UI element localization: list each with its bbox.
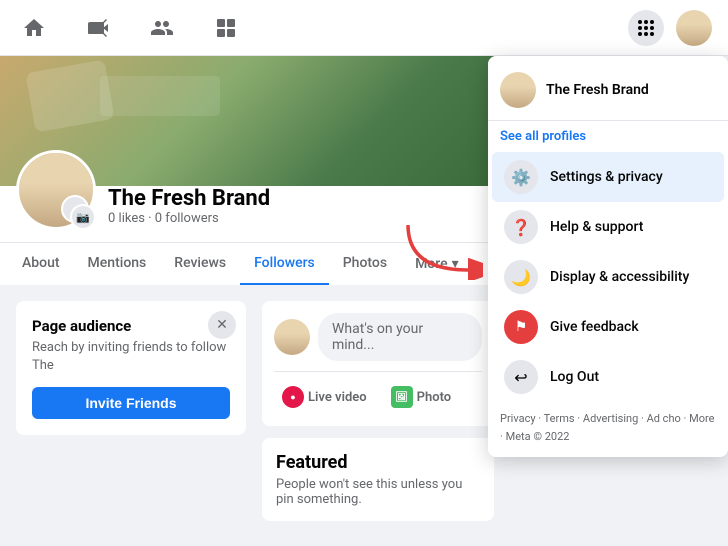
nav-left [16,10,244,46]
photo-icon: 🖼 [391,386,413,408]
pages-icon[interactable] [208,10,244,46]
composer-actions: ● Live video 🖼 Photo [274,371,482,414]
nav-right [628,10,712,46]
featured-card: Featured People won't see this unless yo… [262,438,494,521]
featured-description: People won't see this unless you pin som… [276,477,480,507]
profile-info: The Fresh Brand 0 likes · 0 followers [108,186,270,230]
help-support-label: Help & support [550,219,643,235]
give-feedback-item[interactable]: ⚑ Give feedback [492,302,724,352]
profile-section: 📷 The Fresh Brand 0 likes · 0 followers [0,186,510,242]
tab-photos[interactable]: Photos [329,243,401,285]
display-accessibility-label: Display & accessibility [550,269,689,285]
profile-meta: 0 likes · 0 followers [108,211,270,226]
tab-about[interactable]: About [8,243,74,285]
tab-mentions[interactable]: Mentions [74,243,161,285]
close-button[interactable]: ✕ [208,311,236,339]
edit-avatar-button[interactable]: 📷 [70,204,96,230]
tab-followers[interactable]: Followers [240,243,329,285]
tab-reviews[interactable]: Reviews [160,243,240,285]
grid-menu-button[interactable] [628,10,664,46]
main-area: ✕ Page audience Reach by inviting friend… [0,285,510,537]
composer-input[interactable]: What's on your mind... [318,313,482,361]
audience-title: Page audience [32,317,230,335]
dropdown-avatar [500,72,536,108]
see-all-profiles-link[interactable]: See all profiles [488,125,728,152]
feedback-icon: ⚑ [504,310,538,344]
people-icon[interactable] [144,10,180,46]
composer-top: What's on your mind... [274,313,482,361]
dropdown-user-name: The Fresh Brand [546,82,649,98]
give-feedback-label: Give feedback [550,319,639,335]
display-icon: 🌙 [504,260,538,294]
tab-more[interactable]: More ▾ [401,244,473,284]
page-content: 📷 The Fresh Brand 0 likes · 0 followers … [0,56,510,537]
composer-avatar [274,319,310,355]
invite-friends-button[interactable]: Invite Friends [32,387,230,419]
dropdown-footer: Privacy · Terms · Advertising · Ad cho ·… [488,402,728,449]
post-composer: What's on your mind... ● Live video 🖼 Ph… [262,301,494,426]
dropdown-menu: The Fresh Brand See all profiles ⚙️ Sett… [488,56,728,457]
help-support-item[interactable]: ❓ Help & support [492,202,724,252]
home-icon[interactable] [16,10,52,46]
help-icon: ❓ [504,210,538,244]
settings-icon: ⚙️ [504,160,538,194]
page-tabs: About Mentions Reviews Followers Photos … [0,242,510,285]
logout-icon: ↩ [504,360,538,394]
logout-label: Log Out [550,369,599,385]
live-icon: ● [282,386,304,408]
featured-title: Featured [276,452,480,473]
right-panel: What's on your mind... ● Live video 🖼 Ph… [262,301,494,521]
page-audience-card: ✕ Page audience Reach by inviting friend… [16,301,246,435]
dropdown-header: The Fresh Brand [488,64,728,121]
settings-privacy-item[interactable]: ⚙️ Settings & privacy [492,152,724,202]
left-panel: ✕ Page audience Reach by inviting friend… [16,301,246,521]
live-video-button[interactable]: ● Live video [274,380,375,414]
photo-button[interactable]: 🖼 Photo [383,380,460,414]
display-accessibility-item[interactable]: 🌙 Display & accessibility [492,252,724,302]
logout-item[interactable]: ↩ Log Out [492,352,724,402]
settings-privacy-label: Settings & privacy [550,169,663,185]
profile-name: The Fresh Brand [108,186,270,211]
chevron-down-icon: ▾ [452,256,459,272]
video-icon[interactable] [80,10,116,46]
audience-description: Reach by inviting friends to follow The [32,339,230,375]
user-avatar-nav[interactable] [676,10,712,46]
top-navigation [0,0,728,56]
